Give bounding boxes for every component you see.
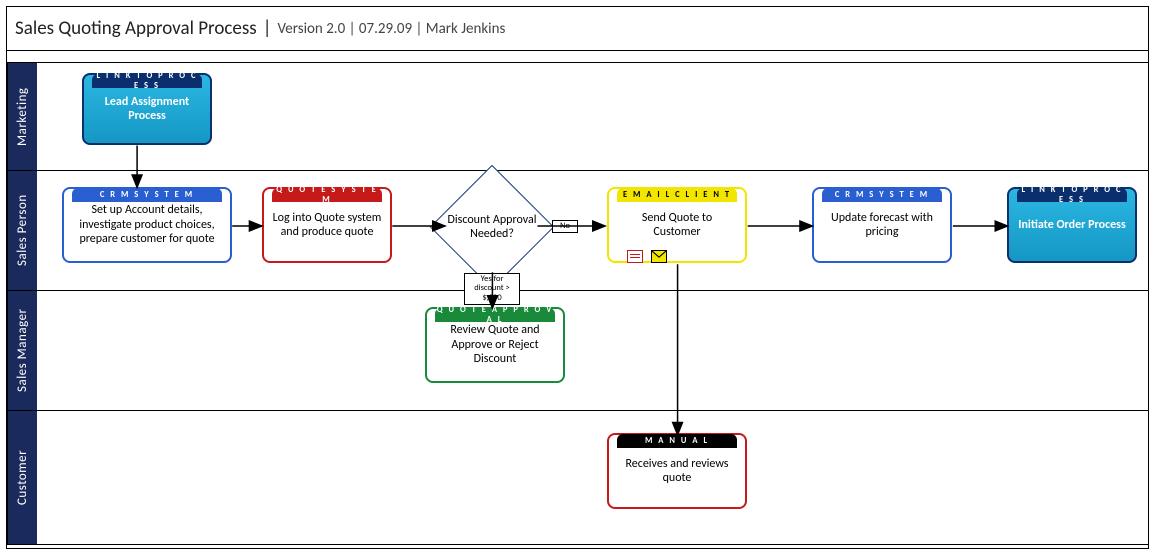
lane-customer: Customer M A N U A L Receives and review… bbox=[7, 411, 1148, 545]
lane-marketing: Marketing L I N K T O P R O C E S S Lead… bbox=[7, 63, 1148, 171]
label-quote-approval: Q U O T E A P P R O V A L bbox=[435, 308, 555, 322]
node-initiate-order-text: Initiate Order Process bbox=[1018, 218, 1125, 232]
node-send-quote[interactable]: E M A I L C L I E N T Send Quote to Cust… bbox=[607, 187, 747, 263]
document-icon bbox=[627, 250, 643, 263]
label-manual: M A N U A L bbox=[617, 434, 737, 448]
node-setup-account[interactable]: C R M S Y S T E M Set up Account details… bbox=[62, 187, 232, 263]
node-setup-account-text: Set up Account details, investigate prod… bbox=[72, 203, 222, 246]
node-produce-quote-text: Log into Quote system and produce quote bbox=[272, 211, 382, 240]
node-update-forecast-text: Update forecast with pricing bbox=[822, 211, 942, 240]
node-review-quote-text: Review Quote and Approve or Reject Disco… bbox=[435, 323, 555, 366]
page-title: Sales Quoting Approval Process | Version… bbox=[7, 7, 1148, 51]
node-send-quote-text: Send Quote to Customer bbox=[617, 211, 737, 240]
title-separator: | bbox=[263, 17, 272, 40]
lane-sales-person: Sales Person C R M S Y S T E M Set up Ac… bbox=[7, 171, 1148, 291]
label-email-client: E M A I L C L I E N T bbox=[617, 188, 737, 202]
label-crm-system-2: C R M S Y S T E M bbox=[822, 188, 942, 202]
label-link-to-process-2: L I N K T O P R O C E S S bbox=[1017, 188, 1127, 202]
title-meta: Version 2.0 | 07.29.09 | Mark Jenkins bbox=[278, 20, 506, 38]
lane-header-marketing: Marketing bbox=[7, 63, 37, 170]
node-produce-quote[interactable]: Q U O T E S Y S T E M Log into Quote sys… bbox=[262, 187, 392, 263]
label-link-to-process: L I N K T O P R O C E S S bbox=[92, 74, 202, 88]
node-lead-assignment[interactable]: L I N K T O P R O C E S S Lead Assignmen… bbox=[82, 73, 212, 145]
label-crm-system: C R M S Y S T E M bbox=[72, 188, 222, 202]
envelope-icon bbox=[651, 250, 667, 263]
node-receives-quote-text: Receives and reviews quote bbox=[617, 457, 737, 486]
title-main: Sales Quoting Approval Process bbox=[15, 17, 257, 40]
node-discount-decision-text: Discount Approval Needed? bbox=[437, 213, 547, 242]
node-update-forecast[interactable]: C R M S Y S T E M Update forecast with p… bbox=[812, 187, 952, 263]
lane-header-customer: Customer bbox=[7, 411, 37, 544]
node-lead-assignment-text: Lead Assignment Process bbox=[92, 95, 202, 124]
edge-label-no: No bbox=[552, 220, 578, 233]
lane-header-sales: Sales Person bbox=[7, 171, 37, 290]
node-review-quote[interactable]: Q U O T E A P P R O V A L Review Quote a… bbox=[425, 307, 565, 383]
node-receives-quote[interactable]: M A N U A L Receives and reviews quote bbox=[607, 433, 747, 509]
lane-header-manager: Sales Manager bbox=[7, 291, 37, 410]
lane-sales-manager: Sales Manager Q U O T E A P P R O V A L … bbox=[7, 291, 1148, 411]
label-quote-system: Q U O T E S Y S T E M bbox=[272, 188, 382, 202]
node-initiate-order[interactable]: L I N K T O P R O C E S S Initiate Order… bbox=[1007, 187, 1137, 263]
swimlane-container: Marketing L I N K T O P R O C E S S Lead… bbox=[7, 63, 1148, 548]
header-gap bbox=[7, 51, 1148, 63]
